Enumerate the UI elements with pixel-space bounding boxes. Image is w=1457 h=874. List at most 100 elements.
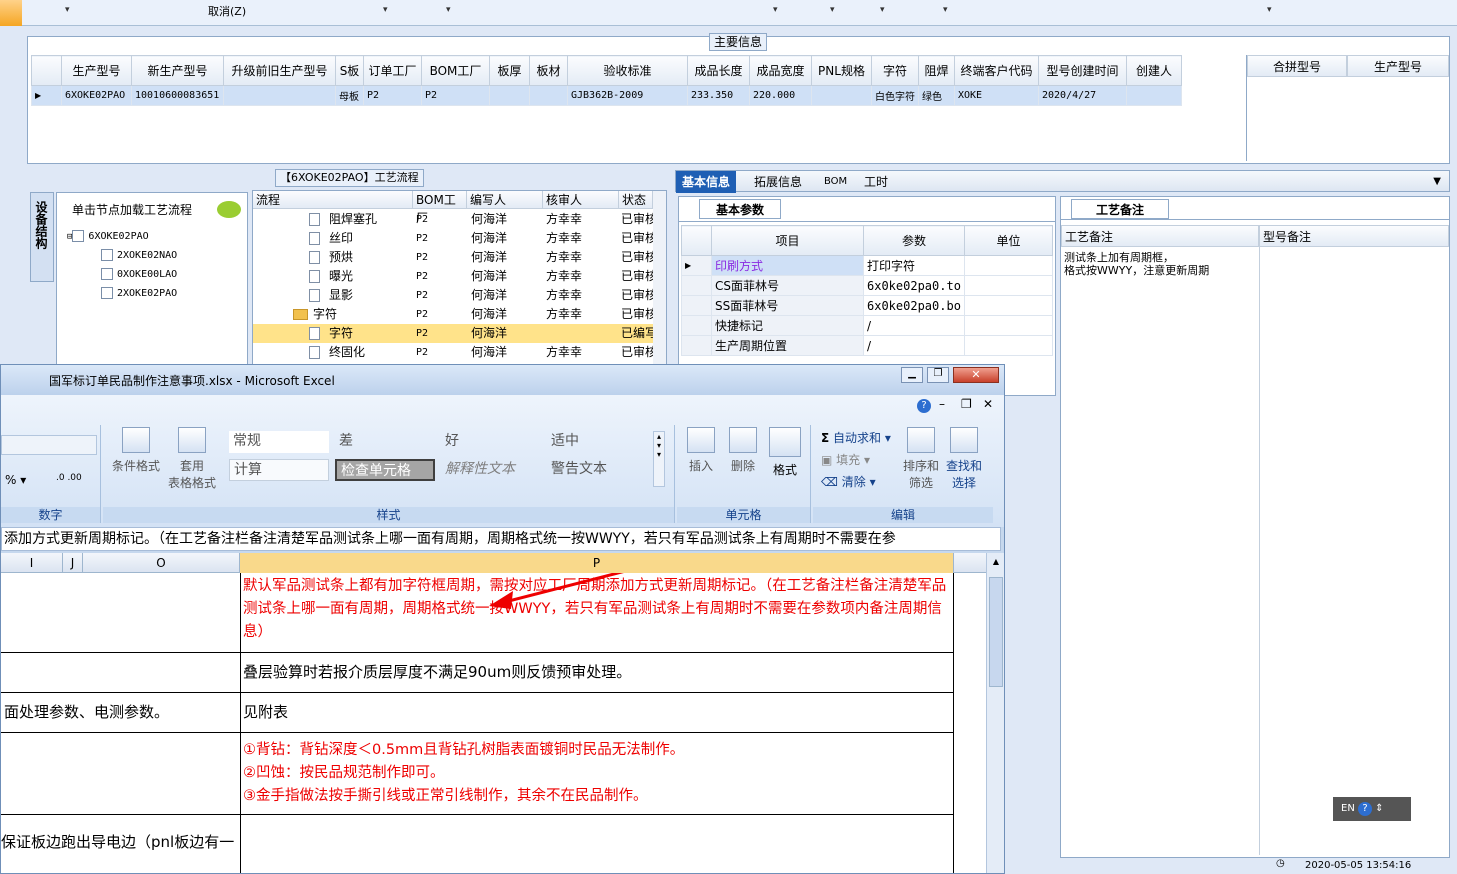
main-row-cell[interactable]: P2 xyxy=(363,85,422,106)
column-header[interactable]: O xyxy=(83,553,240,573)
main-row-cell[interactable] xyxy=(223,85,336,106)
param-unit[interactable] xyxy=(963,315,1054,336)
main-col-header[interactable]: 板厚 xyxy=(489,55,530,86)
params-col-item[interactable]: 项目 xyxy=(711,225,864,256)
tree-child[interactable]: 0XOKE00LAO xyxy=(101,267,177,283)
scroll-up-icon[interactable]: ▲ xyxy=(989,557,1003,571)
checkbox-icon[interactable] xyxy=(101,287,113,299)
close-icon[interactable]: ✕ xyxy=(983,397,993,411)
insert-button[interactable]: 插入 xyxy=(681,427,721,474)
flow-row[interactable]: 字符 P2 何海洋 已编写 xyxy=(253,324,653,343)
dropdown-arrow-icon[interactable]: ▾ xyxy=(383,5,388,15)
main-col-header[interactable]: 订单工厂 xyxy=(363,55,422,86)
main-row-cell[interactable]: P2 xyxy=(421,85,490,106)
main-row-cell[interactable]: 220.000 xyxy=(749,85,812,106)
help-icon[interactable]: ? xyxy=(1358,802,1372,816)
format-button[interactable]: 格式 xyxy=(765,427,805,478)
main-col-header[interactable]: 型号创建时间 xyxy=(1038,55,1127,86)
language-tray[interactable]: EN ? ⇕ xyxy=(1333,797,1411,821)
minimize-icon[interactable]: ▁ xyxy=(901,367,923,383)
param-row[interactable]: SS面菲林号 6x0ke02pa0.bo xyxy=(681,295,1054,316)
flow-row[interactable]: 曝光 P2 何海洋 方幸幸 已审核 xyxy=(253,267,653,286)
style-bad[interactable]: 差 xyxy=(335,431,435,453)
param-value[interactable]: / xyxy=(863,315,965,336)
flow-col-header[interactable]: 状态 xyxy=(619,191,653,209)
main-col-header[interactable]: 终端客户代码 xyxy=(954,55,1039,86)
tab-basic-info[interactable]: 基本信息 xyxy=(676,171,737,193)
number-format-select[interactable] xyxy=(1,435,97,455)
dropdown-arrow-icon[interactable]: ▾ xyxy=(1267,5,1272,15)
main-row-cell[interactable]: 母板 xyxy=(335,85,364,106)
main-col-header[interactable]: 生产型号 xyxy=(61,55,132,86)
param-unit[interactable] xyxy=(963,335,1054,356)
main-row-cell[interactable]: 绿色 xyxy=(918,85,955,106)
dropdown-arrow-icon[interactable]: ▾ xyxy=(830,5,835,15)
style-neutral[interactable]: 适中 xyxy=(547,431,647,453)
sort-filter-button[interactable]: 排序和 筛选 xyxy=(899,427,943,491)
param-value[interactable]: / xyxy=(863,335,965,356)
dropdown-arrow-icon[interactable]: ▾ xyxy=(773,5,778,15)
tab-bom[interactable]: BOM xyxy=(818,171,853,193)
main-row-cell[interactable]: 2020/4/27 xyxy=(1038,85,1127,106)
main-row-cell[interactable] xyxy=(529,85,568,106)
param-row[interactable]: 生产周期位置 / xyxy=(681,335,1054,356)
main-col-header[interactable]: 升级前旧生产型号 xyxy=(223,55,336,86)
flow-col-header[interactable]: 流程 xyxy=(253,191,413,209)
formula-bar[interactable]: 添加方式更新周期标记。（在工艺备注栏备注清楚军品测试条上哪一面有周期，周期格式统… xyxy=(1,527,1001,551)
main-col-header[interactable]: 新生产型号 xyxy=(131,55,224,86)
table-format-button[interactable]: 套用 表格格式 xyxy=(165,427,219,491)
delete-button[interactable]: 删除 xyxy=(723,427,763,474)
minimize-icon[interactable]: – xyxy=(939,397,945,411)
style-good[interactable]: 好 xyxy=(441,431,541,453)
conditional-format-button[interactable]: 条件格式 xyxy=(109,427,163,474)
main-col-header[interactable]: 验收标准 xyxy=(567,55,688,86)
param-row[interactable]: ▶ 印刷方式 打印字符 xyxy=(681,255,1054,276)
style-explanatory[interactable]: 解释性文本 xyxy=(441,459,541,481)
tab-process-note[interactable]: 工艺备注 xyxy=(1071,199,1170,219)
dropdown-arrow-icon[interactable]: ▾ xyxy=(65,5,70,15)
flow-row[interactable]: 预烘 P2 何海洋 方幸幸 已审核 xyxy=(253,248,653,267)
params-col-value[interactable]: 参数 xyxy=(863,225,965,256)
merge-col-header[interactable]: 合拼型号 xyxy=(1247,55,1347,77)
flow-row[interactable]: 终固化 P2 何海洋 方幸幸 已审核 xyxy=(253,343,653,362)
param-value[interactable]: 6x0ke02pa0.to xyxy=(863,275,965,296)
main-col-header[interactable]: 板材 xyxy=(529,55,568,86)
flow-col-header[interactable]: 核审人 xyxy=(543,191,619,209)
main-row-cell[interactable] xyxy=(489,85,530,106)
style-normal[interactable]: 常规 xyxy=(229,431,329,453)
percent-icon[interactable]: % ▾ xyxy=(5,473,26,487)
param-row[interactable]: 快捷标记 / xyxy=(681,315,1054,336)
style-warning[interactable]: 警告文本 xyxy=(547,459,647,481)
device-structure-tab[interactable]: 设备结构 xyxy=(30,192,54,282)
param-unit[interactable] xyxy=(963,255,1054,276)
cancel-button[interactable]: 取消(Z) xyxy=(208,3,246,19)
main-col-header[interactable]: 阻焊 xyxy=(918,55,955,86)
flow-row[interactable]: 丝印 P2 何海洋 方幸幸 已审核 xyxy=(253,229,653,248)
decimal-icon[interactable]: .0 .00 xyxy=(56,473,82,483)
tab-extended-info[interactable]: 拓展信息 xyxy=(748,171,808,193)
scroll-thumb[interactable] xyxy=(989,577,1003,687)
column-header[interactable]: J xyxy=(63,553,83,573)
flow-col-header[interactable]: BOM工厂 xyxy=(413,191,467,225)
tree-child[interactable]: 2XOKE02NAO xyxy=(101,248,177,264)
chevron-down-icon[interactable]: ▼ xyxy=(1427,171,1447,193)
main-row-cell[interactable]: 白色字符 xyxy=(871,85,919,106)
clear-button[interactable]: ⌫ 清除 ▾ xyxy=(821,473,876,490)
main-row-cell[interactable]: 233.350 xyxy=(687,85,750,106)
dropdown-arrow-icon[interactable]: ▾ xyxy=(446,5,451,15)
close-icon[interactable]: ✕ xyxy=(953,367,999,383)
params-col-unit[interactable]: 单位 xyxy=(963,225,1054,256)
main-col-header[interactable]: S板 xyxy=(335,55,364,86)
column-header[interactable]: P xyxy=(240,553,954,573)
main-col-header[interactable]: 创建人 xyxy=(1126,55,1182,86)
flow-scrollbar[interactable] xyxy=(653,191,666,369)
autosum-button[interactable]: Σ 自动求和 ▾ xyxy=(821,429,891,446)
process-note-col[interactable]: 工艺备注 xyxy=(1061,225,1259,247)
flow-col-header[interactable]: 编写人 xyxy=(467,191,543,209)
main-col-header[interactable]: BOM工厂 xyxy=(421,55,490,86)
dropdown-arrow-icon[interactable]: ▾ xyxy=(943,5,948,15)
restore-icon[interactable]: ❐ xyxy=(961,397,972,411)
flow-row[interactable]: 字符 P2 何海洋 方幸幸 已审核 xyxy=(253,305,653,324)
fill-button[interactable]: ▣ 填充 ▾ xyxy=(821,451,870,468)
param-unit[interactable] xyxy=(963,275,1054,296)
